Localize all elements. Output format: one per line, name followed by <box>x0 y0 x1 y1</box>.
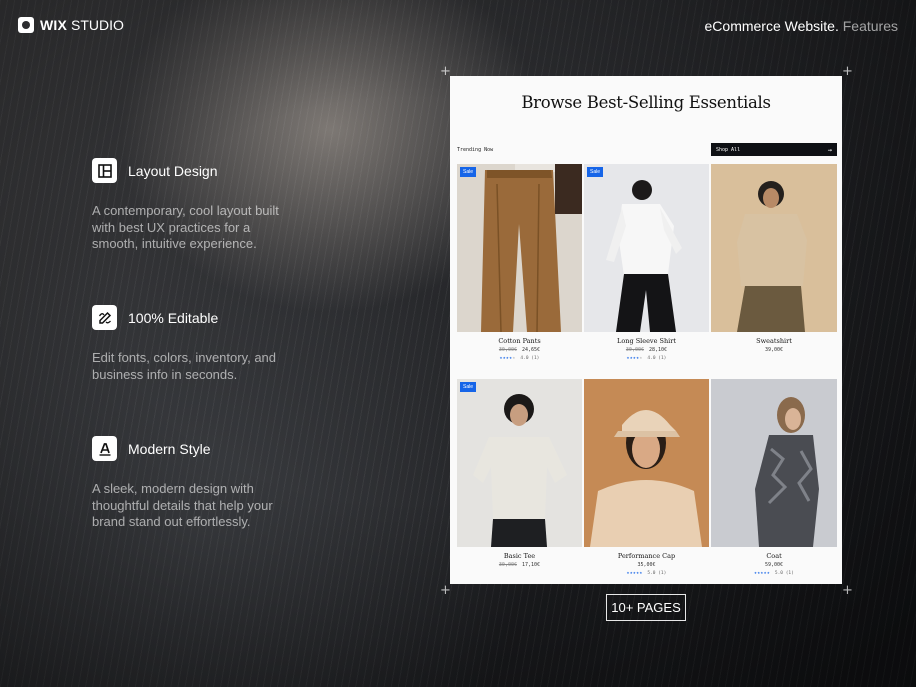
product-rating: ★★★★★ 4.0 (1) <box>457 356 582 361</box>
product-name[interactable]: Coat <box>711 552 837 560</box>
pages-badge: 10+ PAGES <box>606 594 686 621</box>
star-rating-icon: ★★★★★ <box>499 356 516 361</box>
product-name[interactable]: Cotton Pants <box>457 337 582 345</box>
feature-description: A sleek, modern design with thoughtful d… <box>92 481 273 529</box>
product-name[interactable]: Sweatshirt <box>711 337 837 345</box>
current-price: 59,00€ <box>764 562 784 568</box>
product-card[interactable]: Sale Long Sleeve Shirt 30,00€ 28,10€ ★★★… <box>584 164 709 361</box>
sale-badge: Sale <box>587 167 604 177</box>
current-price: 39,00€ <box>764 347 784 353</box>
product-card[interactable]: Sweatshirt 39,00€ <box>711 164 837 353</box>
product-rating: ★★★★★ 5.0 (1) <box>584 571 709 576</box>
header-subtitle: Features <box>842 18 898 34</box>
product-rating: ★★★★★ 4.0 (1) <box>584 356 709 361</box>
store-title: Browse Best-Selling Essentials <box>521 93 771 112</box>
feature-modern-style: Modern Style A sleek, modern design with… <box>92 436 312 531</box>
rating-text: 4.0 (1) <box>520 356 540 361</box>
layout-icon <box>92 158 117 183</box>
feature-layout-design: Layout Design A contemporary, cool layou… <box>92 158 312 253</box>
wix-studio-logo[interactable]: WIX STUDIO <box>18 17 124 33</box>
shop-all-label: Shop All <box>716 146 741 153</box>
corner-plus-icon: + <box>440 583 451 598</box>
header-title: eCommerce Website. Features <box>705 18 898 34</box>
product-grid: Sale Cotton Pants 30,00€ 24,65€ ★★★★★ 4.… <box>457 164 837 576</box>
current-price: 17,10€ <box>522 562 541 568</box>
product-card[interactable]: Coat 59,00€ ★★★★★ 5.0 (1) <box>711 379 837 576</box>
product-price: 30,00€ 17,10€ <box>457 562 582 568</box>
corner-plus-icon: + <box>842 583 853 598</box>
product-image[interactable] <box>584 379 709 547</box>
old-price: 30,00€ <box>498 347 517 353</box>
product-price: 39,00€ <box>711 347 837 353</box>
product-rating: ★★★★★ 5.0 (1) <box>711 571 837 576</box>
rating-text: 4.0 (1) <box>647 356 667 361</box>
feature-editable: 100% Editable Edit fonts, colors, invent… <box>92 305 312 383</box>
star-rating-icon: ★★★★★ <box>626 356 643 361</box>
old-price: 30,00€ <box>625 347 644 353</box>
rating-text: 5.0 (1) <box>647 571 667 576</box>
product-name[interactable]: Performance Cap <box>584 552 709 560</box>
feature-title: 100% Editable <box>128 309 219 326</box>
product-image[interactable] <box>711 379 837 547</box>
feature-title: Layout Design <box>128 162 218 179</box>
star-rating-icon: ★★★★★ <box>754 571 771 576</box>
wix-logo-icon <box>18 17 34 33</box>
product-card[interactable]: Performance Cap 35,00€ ★★★★★ 5.0 (1) <box>584 379 709 576</box>
product-image[interactable]: Sale <box>584 164 709 332</box>
product-image[interactable] <box>711 164 837 332</box>
product-price: 30,00€ 28,10€ <box>584 347 709 353</box>
current-price: 24,65€ <box>522 347 541 353</box>
font-style-icon <box>92 436 117 461</box>
product-price: 59,00€ <box>711 562 837 568</box>
header-main-title: eCommerce Website. <box>704 18 839 34</box>
product-image[interactable]: Sale <box>457 379 582 547</box>
edit-icon <box>92 305 117 330</box>
product-price: 30,00€ 24,65€ <box>457 347 582 353</box>
current-price: 35,00€ <box>637 562 656 568</box>
feature-description: Edit fonts, colors, inventory, and busin… <box>92 350 277 382</box>
feature-description: A contemporary, cool layout built with b… <box>92 203 279 251</box>
product-card[interactable]: Sale Basic Tee 30,00€ 17,10€ <box>457 379 582 568</box>
sale-badge: Sale <box>460 167 477 177</box>
old-price: 30,00€ <box>498 562 517 568</box>
star-rating-icon: ★★★★★ <box>626 571 643 576</box>
arrow-right-icon: → <box>827 145 832 154</box>
shop-all-button[interactable]: Shop All → <box>711 143 837 156</box>
trending-label: Trending Now <box>457 147 494 153</box>
logo-studio-text: STUDIO <box>71 17 124 33</box>
feature-title: Modern Style <box>128 440 211 457</box>
product-name[interactable]: Basic Tee <box>457 552 582 560</box>
product-price: 35,00€ <box>584 562 709 568</box>
store-preview-card: Browse Best-Selling Essentials Trending … <box>450 76 842 584</box>
rating-text: 5.0 (1) <box>774 571 794 576</box>
logo-wix-text: WIX <box>40 17 68 33</box>
current-price: 28,10€ <box>649 347 668 353</box>
product-image[interactable]: Sale <box>457 164 582 332</box>
sale-badge: Sale <box>460 382 477 392</box>
product-name[interactable]: Long Sleeve Shirt <box>584 337 709 345</box>
corner-plus-icon: + <box>842 64 853 79</box>
product-card[interactable]: Sale Cotton Pants 30,00€ 24,65€ ★★★★★ 4.… <box>457 164 582 361</box>
